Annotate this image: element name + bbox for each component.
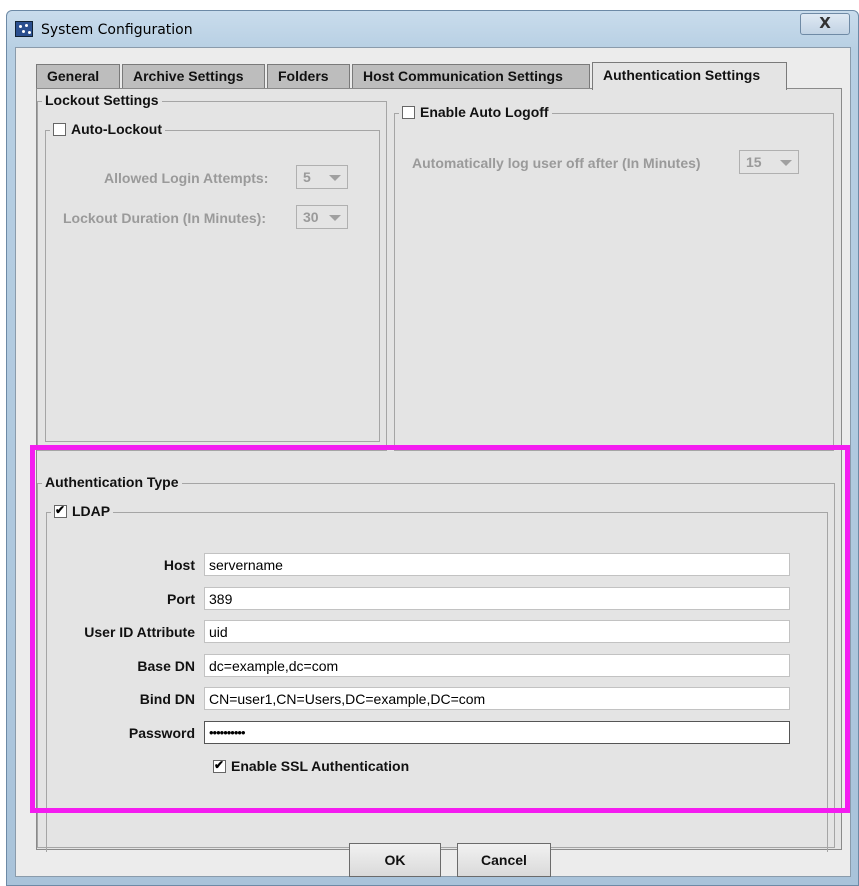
title-bar[interactable]: System Configuration X bbox=[7, 11, 858, 45]
chevron-down-icon bbox=[329, 215, 341, 221]
chevron-down-icon bbox=[780, 160, 792, 166]
base-dn-label: Base DN bbox=[137, 658, 195, 674]
enable-auto-logoff-checkbox[interactable] bbox=[402, 106, 415, 119]
tab-archive-settings[interactable]: Archive Settings bbox=[122, 64, 265, 88]
user-id-attribute-label: User ID Attribute bbox=[84, 624, 195, 640]
window-title: System Configuration bbox=[41, 22, 193, 38]
bind-dn-label: Bind DN bbox=[139, 691, 195, 707]
cancel-button[interactable]: Cancel bbox=[457, 843, 551, 877]
close-icon[interactable]: X bbox=[800, 13, 850, 35]
system-configuration-window: System Configuration X General Archive S… bbox=[6, 10, 859, 886]
allowed-login-attempts-select[interactable]: 5 bbox=[296, 165, 348, 189]
tab-general[interactable]: General bbox=[36, 64, 120, 88]
port-label: Port bbox=[167, 591, 195, 607]
auto-lockout-label: Auto-Lockout bbox=[71, 121, 162, 137]
lockout-duration-label: Lockout Duration (In Minutes): bbox=[63, 210, 266, 226]
ldap-label: LDAP bbox=[72, 503, 111, 519]
auto-logoff-title: Enable Auto Logoff bbox=[399, 104, 552, 120]
authentication-type-group: Authentication Type LDAP Host Port User … bbox=[37, 474, 835, 852]
ldap-group: LDAP Host Port User ID Attribute Base DN… bbox=[46, 503, 828, 852]
authentication-type-title: Authentication Type bbox=[42, 474, 182, 490]
lockout-settings-group: Lockout Settings Auto-Lockout Allowed Lo… bbox=[37, 92, 387, 451]
enable-auto-logoff-label: Enable Auto Logoff bbox=[420, 104, 549, 120]
password-label: Password bbox=[128, 725, 195, 741]
auto-lockout-checkbox[interactable] bbox=[53, 123, 66, 136]
port-input[interactable] bbox=[204, 587, 790, 610]
tab-authentication-settings[interactable]: Authentication Settings bbox=[592, 62, 787, 90]
auto-logoff-after-label: Automatically log user off after (In Min… bbox=[412, 155, 701, 171]
lockout-duration-select[interactable]: 30 bbox=[296, 205, 348, 229]
enable-ssl-label: Enable SSL Authentication bbox=[231, 758, 410, 774]
allowed-login-attempts-label: Allowed Login Attempts: bbox=[104, 170, 269, 186]
auto-logoff-minutes-select[interactable]: 15 bbox=[739, 150, 799, 174]
allowed-login-attempts-value: 5 bbox=[303, 169, 311, 185]
base-dn-input[interactable] bbox=[204, 654, 790, 677]
auto-lockout-title: Auto-Lockout bbox=[50, 121, 165, 137]
dialog-client-area: General Archive Settings Folders Host Co… bbox=[15, 47, 851, 877]
app-logo-icon bbox=[15, 21, 33, 37]
ldap-title: LDAP bbox=[51, 503, 114, 519]
host-input[interactable] bbox=[204, 553, 790, 576]
tab-host-communication-settings[interactable]: Host Communication Settings bbox=[352, 64, 590, 88]
chevron-down-icon bbox=[329, 175, 341, 181]
bind-dn-input[interactable] bbox=[204, 687, 790, 710]
auto-logoff-minutes-value: 15 bbox=[746, 154, 762, 170]
authentication-settings-panel: Lockout Settings Auto-Lockout Allowed Lo… bbox=[36, 88, 842, 852]
ssl-authentication-row: Enable SSL Authentication bbox=[213, 758, 409, 774]
auto-lockout-group: Auto-Lockout Allowed Login Attempts: 5 L… bbox=[45, 121, 380, 442]
lockout-duration-value: 30 bbox=[303, 209, 319, 225]
lockout-settings-title: Lockout Settings bbox=[42, 92, 162, 108]
tab-folders[interactable]: Folders bbox=[267, 64, 350, 88]
user-id-attribute-input[interactable] bbox=[204, 620, 790, 643]
password-input[interactable] bbox=[204, 721, 790, 744]
auto-logoff-group: Enable Auto Logoff Automatically log use… bbox=[394, 104, 834, 451]
enable-ssl-checkbox[interactable] bbox=[213, 758, 226, 773]
host-label: Host bbox=[163, 557, 195, 573]
ldap-checkbox[interactable] bbox=[54, 503, 67, 518]
ok-button[interactable]: OK bbox=[349, 843, 441, 877]
